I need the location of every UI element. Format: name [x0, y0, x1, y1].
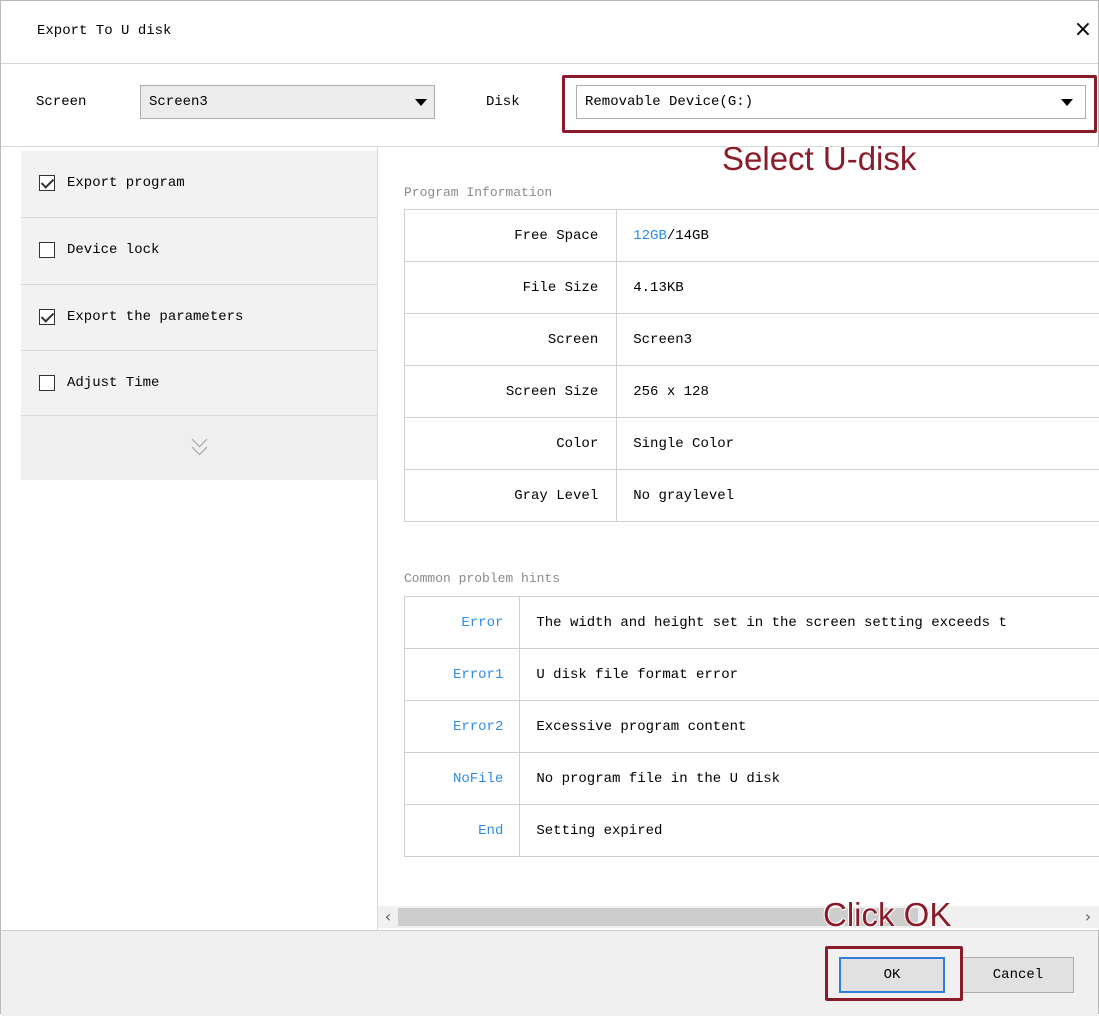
hint-code: Error — [405, 597, 520, 649]
click-ok-annotation: Click OK — [823, 896, 951, 934]
hint-code: Error2 — [405, 701, 520, 753]
option-label: Device lock — [67, 242, 159, 258]
option-export-parameters[interactable]: Export the parameters — [21, 285, 377, 351]
dialog-footer: OK Cancel — [1, 930, 1098, 1016]
option-device-lock[interactable]: Device lock — [21, 218, 377, 284]
hint-code: End — [405, 805, 520, 857]
disk-highlight-box — [562, 75, 1097, 133]
hint-code: Error1 — [405, 649, 520, 701]
screen-select[interactable]: Screen3 — [140, 85, 435, 119]
table-row: File Size 4.13KB — [405, 262, 1099, 314]
color-key: Color — [405, 418, 617, 470]
horizontal-scrollbar[interactable]: ‹ › — [378, 906, 1099, 928]
free-space-value: 12GB/14GB — [617, 210, 1099, 262]
check-icon — [41, 309, 54, 322]
screen-key: Screen — [405, 314, 617, 366]
table-row: Screen Size 256 x 128 — [405, 366, 1099, 418]
table-row: Error The width and height set in the sc… — [405, 597, 1099, 649]
table-row: NoFile No program file in the U disk — [405, 753, 1099, 805]
disk-label: Disk — [486, 94, 520, 110]
export-program-checkbox[interactable] — [39, 175, 55, 191]
options-panel: Export program Device lock Export the pa… — [1, 147, 378, 930]
table-row: Gray Level No graylevel — [405, 470, 1099, 522]
table-row: Error2 Excessive program content — [405, 701, 1099, 753]
program-info-table: Free Space 12GB/14GB File Size 4.13KB Sc… — [404, 209, 1099, 522]
table-row: Screen Screen3 — [405, 314, 1099, 366]
screen-size-value: 256 x 128 — [617, 366, 1099, 418]
screen-select-value: Screen3 — [149, 94, 208, 110]
chevron-down-icon — [415, 99, 427, 106]
gray-level-value: No graylevel — [617, 470, 1099, 522]
export-parameters-checkbox[interactable] — [39, 309, 55, 325]
toolbar: Screen Screen3 Disk Removable Device(G:) — [1, 64, 1098, 147]
check-icon — [41, 175, 54, 188]
ok-highlight-box — [825, 946, 963, 1001]
option-label: Export the parameters — [67, 309, 243, 325]
title-bar: Export To U disk × — [1, 1, 1098, 64]
info-panel: Program Information Free Space 12GB/14GB… — [378, 147, 1099, 930]
gray-level-key: Gray Level — [405, 470, 617, 522]
screen-size-key: Screen Size — [405, 366, 617, 418]
option-export-program[interactable]: Export program — [21, 151, 377, 217]
option-label: Adjust Time — [67, 375, 159, 391]
file-size-value: 4.13KB — [617, 262, 1099, 314]
hint-text: No program file in the U disk — [520, 753, 1099, 805]
close-icon[interactable]: × — [1069, 15, 1097, 45]
device-lock-checkbox[interactable] — [39, 242, 55, 258]
adjust-time-checkbox[interactable] — [39, 375, 55, 391]
screen-value: Screen3 — [617, 314, 1099, 366]
free-space-key: Free Space — [405, 210, 617, 262]
program-info-title: Program Information — [404, 185, 552, 200]
hint-text: U disk file format error — [520, 649, 1099, 701]
hint-text: Excessive program content — [520, 701, 1099, 753]
file-size-key: File Size — [405, 262, 617, 314]
dialog-title: Export To U disk — [37, 23, 171, 39]
cancel-button[interactable]: Cancel — [962, 957, 1074, 993]
hints-title: Common problem hints — [404, 571, 560, 586]
free-space-free: 12GB — [633, 228, 667, 244]
hints-table: Error The width and height set in the sc… — [404, 596, 1099, 857]
export-dialog: Export To U disk × Screen Screen3 Disk R… — [0, 0, 1099, 1014]
hint-text: The width and height set in the screen s… — [520, 597, 1099, 649]
scroll-left-icon[interactable]: ‹ — [378, 906, 398, 928]
table-row: Error1 U disk file format error — [405, 649, 1099, 701]
hint-text: Setting expired — [520, 805, 1099, 857]
table-row: End Setting expired — [405, 805, 1099, 857]
table-row: Free Space 12GB/14GB — [405, 210, 1099, 262]
scroll-right-icon[interactable]: › — [1078, 906, 1098, 928]
select-udisk-annotation: Select U-disk — [722, 140, 916, 178]
free-space-total: /14GB — [667, 228, 709, 244]
option-label: Export program — [67, 175, 185, 191]
expand-more-button[interactable] — [21, 416, 377, 480]
screen-label: Screen — [36, 94, 86, 110]
table-row: Color Single Color — [405, 418, 1099, 470]
option-adjust-time[interactable]: Adjust Time — [21, 351, 377, 417]
color-value: Single Color — [617, 418, 1099, 470]
hint-code: NoFile — [405, 753, 520, 805]
